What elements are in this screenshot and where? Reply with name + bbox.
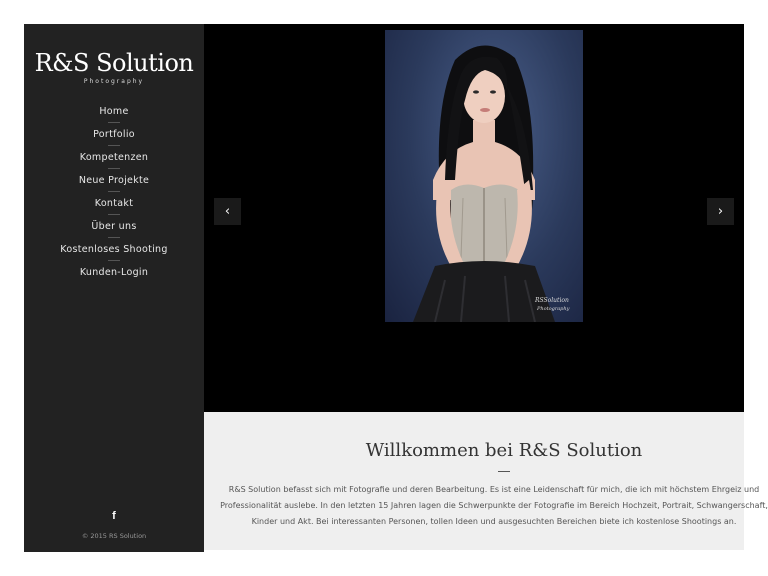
logo[interactable]: R&S Solution Photography (24, 49, 204, 86)
main-nav: Home Portfolio Kompetenzen Neue Projekte… (24, 100, 204, 284)
nav-link-portfolio[interactable]: Portfolio (93, 129, 135, 140)
nav-link-kostenloses-shooting[interactable]: Kostenloses Shooting (60, 244, 167, 255)
logo-title[interactable]: R&S Solution (24, 49, 204, 77)
nav-item-neue-projekte: Neue Projekte (24, 169, 204, 192)
logo-subtitle: Photography (83, 78, 145, 85)
chevron-left-icon: ‹ (224, 204, 231, 219)
nav-item-home: Home (24, 100, 204, 123)
slider-next-button[interactable]: › (707, 198, 734, 225)
facebook-icon[interactable]: f (24, 510, 204, 522)
watermark: RSSolution (534, 297, 569, 304)
welcome-text: R&S Solution befasst sich mit Fotografie… (220, 485, 768, 526)
nav-link-neue-projekte[interactable]: Neue Projekte (79, 175, 149, 186)
copyright: © 2015 RS Solution (81, 532, 147, 540)
portrait-illustration: RSSolution Photography (413, 45, 570, 322)
slide-photo: RSSolution Photography (385, 30, 583, 322)
nav-link-kunden-login[interactable]: Kunden-Login (80, 267, 148, 278)
slider-prev-button[interactable]: ‹ (214, 198, 241, 225)
welcome-title: Willkommen bei R&S Solution (365, 440, 643, 461)
welcome-section: Willkommen bei R&S Solution R&S Solution… (204, 412, 768, 550)
sidebar: R&S Solution Photography Home Portfolio … (24, 24, 204, 552)
nav-item-portfolio: Portfolio (24, 123, 204, 146)
image-slider: RSSolution Photography ‹ › (204, 24, 744, 412)
nav-link-kontakt[interactable]: Kontakt (95, 198, 133, 209)
nav-item-kostenloses-shooting: Kostenloses Shooting (24, 238, 204, 261)
chevron-right-icon: › (717, 204, 724, 219)
nav-item-kompetenzen: Kompetenzen (24, 146, 204, 169)
nav-item-kontakt: Kontakt (24, 192, 204, 215)
svg-text:Photography: Photography (536, 306, 570, 312)
nav-link-kompetenzen[interactable]: Kompetenzen (80, 152, 148, 163)
nav-link-ueber-uns[interactable]: Über uns (91, 221, 136, 232)
welcome-divider (498, 471, 510, 472)
nav-item-kunden-login: Kunden-Login (24, 261, 204, 284)
nav-link-home[interactable]: Home (99, 106, 128, 117)
nav-item-ueber-uns: Über uns (24, 215, 204, 238)
